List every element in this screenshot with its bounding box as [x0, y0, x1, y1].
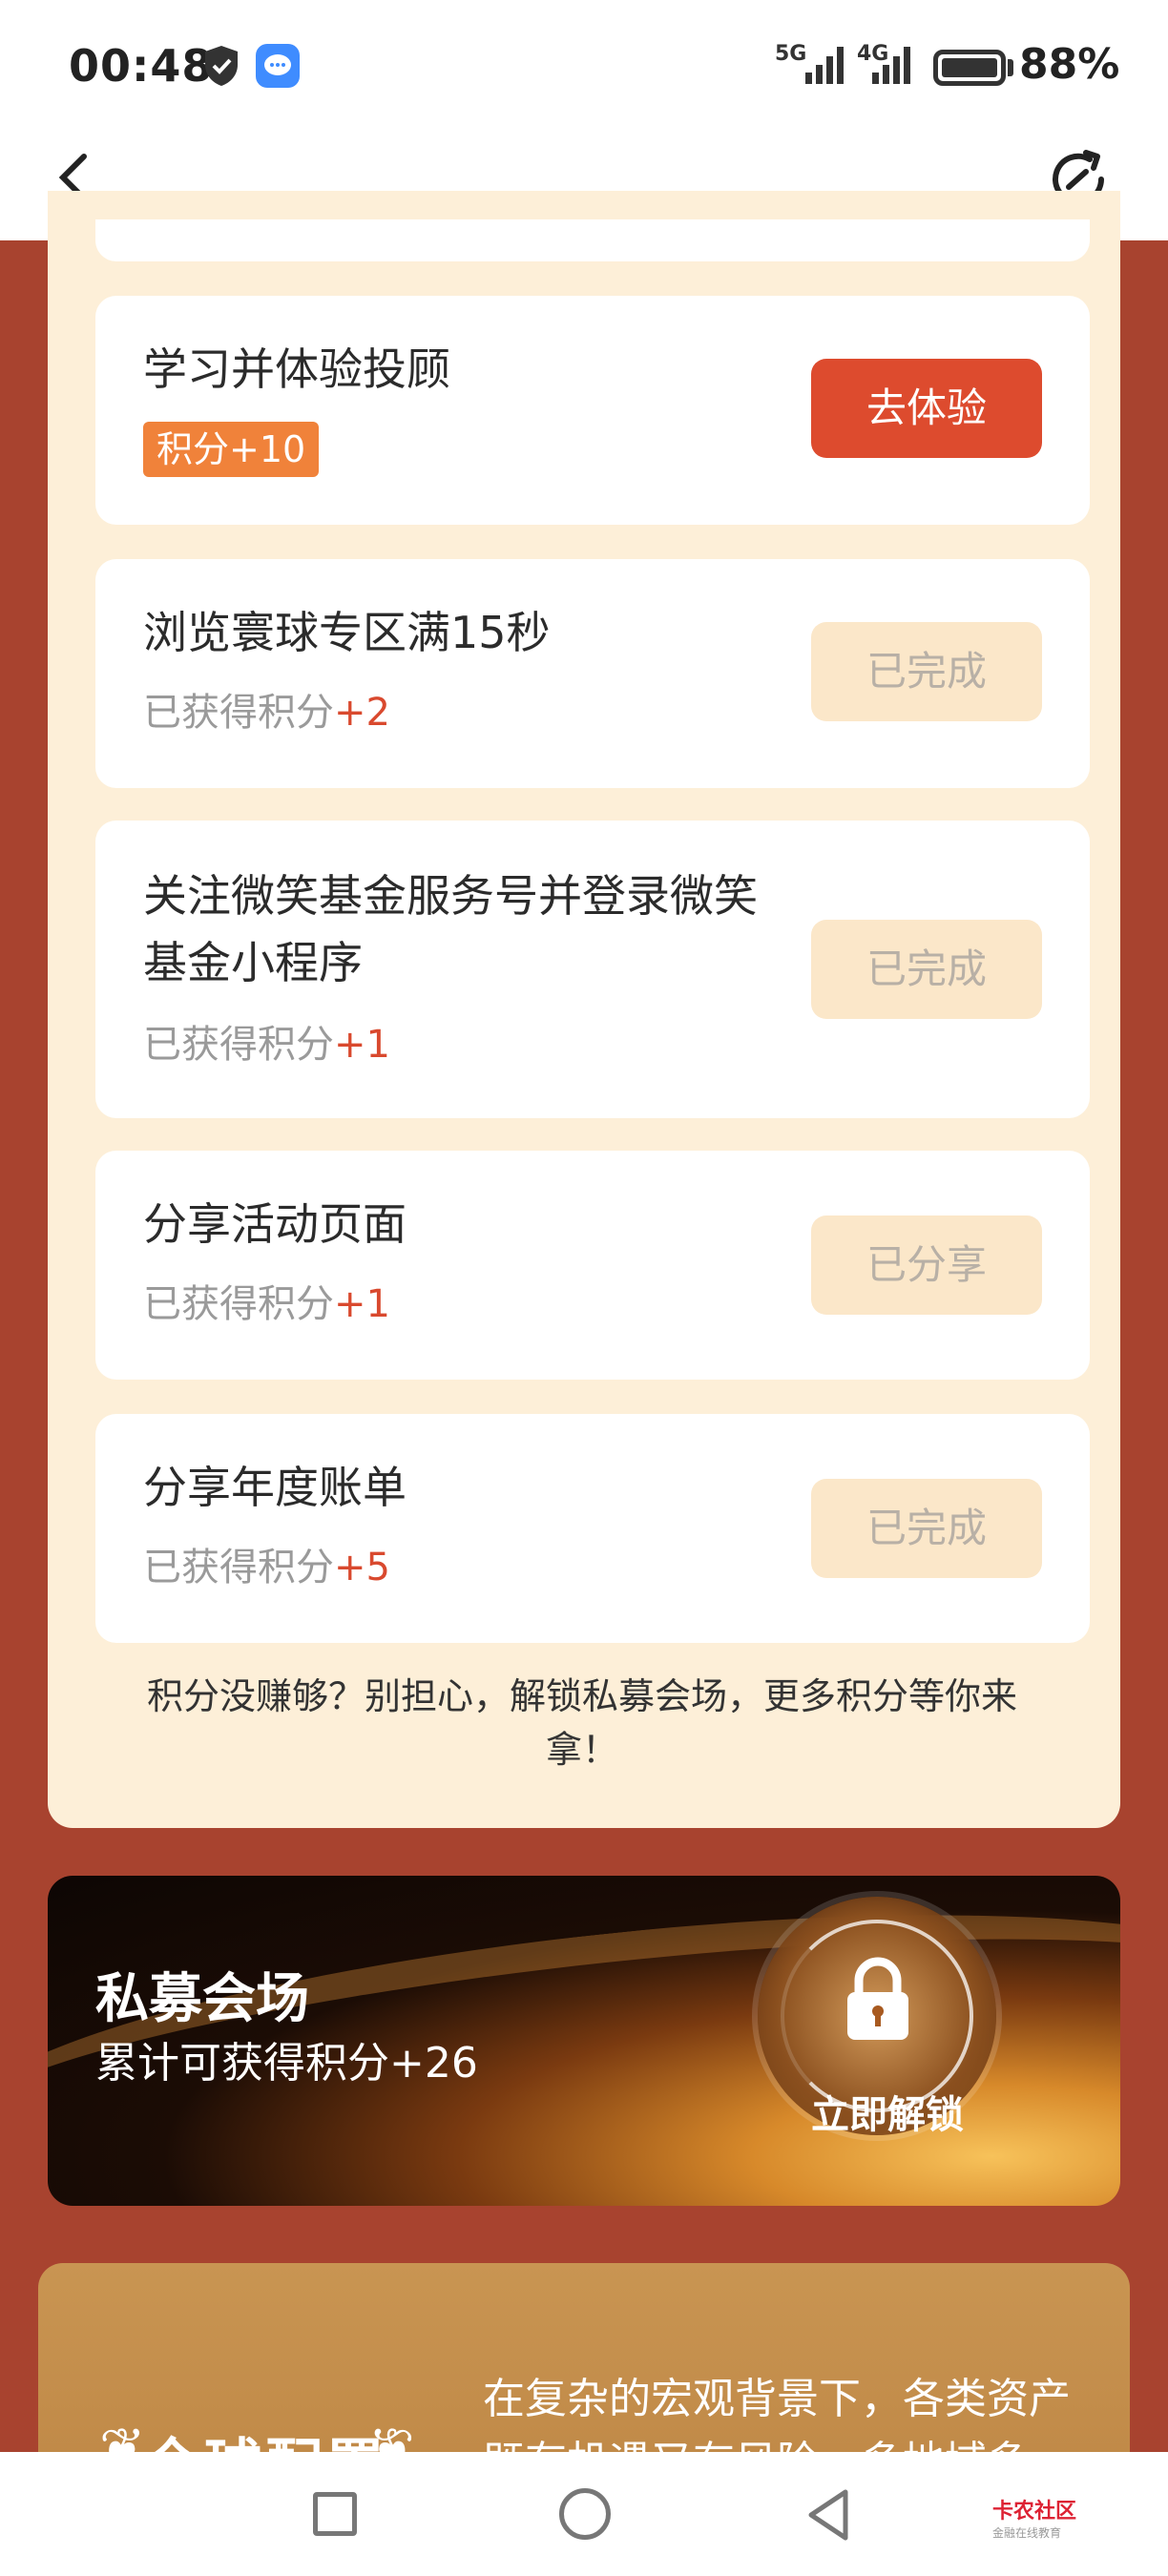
task-title: 分享活动页面 [143, 1198, 407, 1250]
hint-text: 积分没赚够？别担心，解锁私募会场，更多积分等你来拿！ [146, 1675, 1017, 1771]
points-badge: 积分+10 [143, 422, 320, 477]
watermark-logo: 卡农社区 金融在线教育 [992, 2500, 1077, 2540]
system-nav-bar: 卡农社区 金融在线教育 [0, 2452, 1168, 2576]
task-card: 分享年度账单 已获得积分+5 已完成 [95, 1414, 1090, 1643]
task-earned: 已获得积分+5 [143, 1546, 390, 1589]
task-title: 分享年度账单 [143, 1462, 407, 1513]
status-bar: 00:48 5G 4G 88% [0, 0, 1168, 134]
completed-button[interactable]: 已完成 [811, 1479, 1042, 1578]
signal-strength-icon [805, 47, 844, 84]
task-card: 关注微笑基金服务号并登录微笑基金小程序 已获得积分+1 已完成 [95, 821, 1090, 1118]
completed-button[interactable]: 已完成 [811, 920, 1042, 1019]
task-title: 浏览寰球专区满15秒 [143, 607, 551, 658]
network-5g-label: 5G [775, 42, 807, 66]
try-button[interactable]: 去体验 [811, 359, 1042, 458]
task-title: 学习并体验投顾 [143, 343, 450, 395]
task-earned: 已获得积分+1 [143, 1023, 390, 1067]
lock-icon [847, 1957, 908, 2040]
battery-cap [1008, 59, 1013, 76]
task-card: 浏览寰球专区满15秒 已获得积分+2 已完成 [95, 559, 1090, 788]
task-title: 关注微笑基金服务号并登录微笑基金小程序 [143, 870, 758, 988]
home-button[interactable] [559, 2488, 611, 2540]
signal-strength-2-icon [872, 47, 910, 84]
recent-apps-button[interactable] [313, 2492, 357, 2536]
banner-subtitle: 累计可获得积分+26 [95, 2039, 478, 2088]
completed-button[interactable]: 已完成 [811, 622, 1042, 721]
system-back-icon[interactable] [803, 2486, 851, 2544]
battery-icon [933, 50, 1006, 86]
shield-icon [205, 46, 238, 86]
task-card: 分享活动页面 已获得积分+1 已分享 [95, 1151, 1090, 1380]
banner-title: 私募会场 [95, 1968, 309, 2030]
task-earned: 已获得积分+1 [143, 1282, 390, 1326]
shared-button[interactable]: 已分享 [811, 1215, 1042, 1315]
unlock-button[interactable]: 立即解锁 [811, 2084, 964, 2139]
previous-task-card [95, 219, 1090, 261]
task-earned: 已获得积分+2 [143, 691, 390, 735]
chat-app-icon [256, 44, 300, 88]
task-card: 学习并体验投顾 积分+10 去体验 [95, 296, 1090, 525]
private-venue-banner[interactable]: 私募会场 累计可获得积分+26 立即解锁 [48, 1876, 1120, 2206]
status-time: 00:48 [69, 40, 214, 92]
battery-percent: 88% [1019, 40, 1120, 89]
